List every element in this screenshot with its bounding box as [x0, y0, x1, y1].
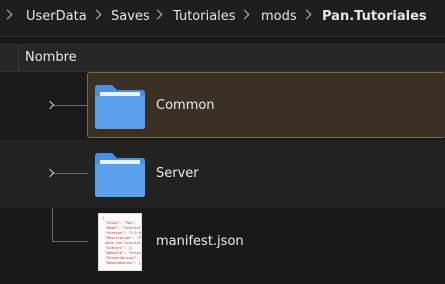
file-name: manifest.json — [156, 234, 244, 249]
tree-line — [52, 173, 88, 174]
breadcrumb-item-current[interactable]: Pan.Tutoriales — [322, 9, 427, 24]
file-row-common[interactable]: Common — [0, 72, 445, 140]
tree-line — [52, 105, 88, 106]
column-header-name[interactable]: Nombre — [25, 50, 77, 65]
expand-chevron-icon[interactable] — [45, 168, 55, 178]
column-header: Nombre — [0, 44, 445, 72]
file-row-manifest[interactable]: { "Group": "Pan", "Name": "Tutoriales", … — [0, 208, 445, 276]
breadcrumb-separator-icon — [152, 9, 163, 20]
folder-icon — [95, 85, 145, 129]
column-header-gutter — [0, 45, 19, 71]
tree-line — [52, 241, 88, 242]
breadcrumb-separator-icon — [239, 9, 250, 20]
breadcrumb-item-userdata[interactable]: UserData — [26, 9, 87, 24]
breadcrumb-separator-icon — [91, 9, 102, 20]
folder-icon — [95, 153, 145, 197]
breadcrumb-item-saves[interactable]: Saves — [111, 9, 150, 24]
expand-chevron-icon[interactable] — [45, 100, 55, 110]
file-name: Common — [156, 98, 215, 113]
breadcrumb-separator-icon — [2, 9, 13, 20]
breadcrumb-item-mods[interactable]: mods — [261, 9, 297, 24]
file-row-server[interactable]: Server — [0, 140, 445, 208]
breadcrumb: UserData Saves Tutoriales mods Pan.Tutor… — [0, 0, 445, 37]
file-name: Server — [156, 166, 199, 181]
json-file-icon: { "Group": "Pan", "Name": "Tutoriales", … — [98, 213, 142, 271]
breadcrumb-item-tutoriales[interactable]: Tutoriales — [173, 9, 236, 24]
breadcrumb-separator-icon — [301, 9, 312, 20]
